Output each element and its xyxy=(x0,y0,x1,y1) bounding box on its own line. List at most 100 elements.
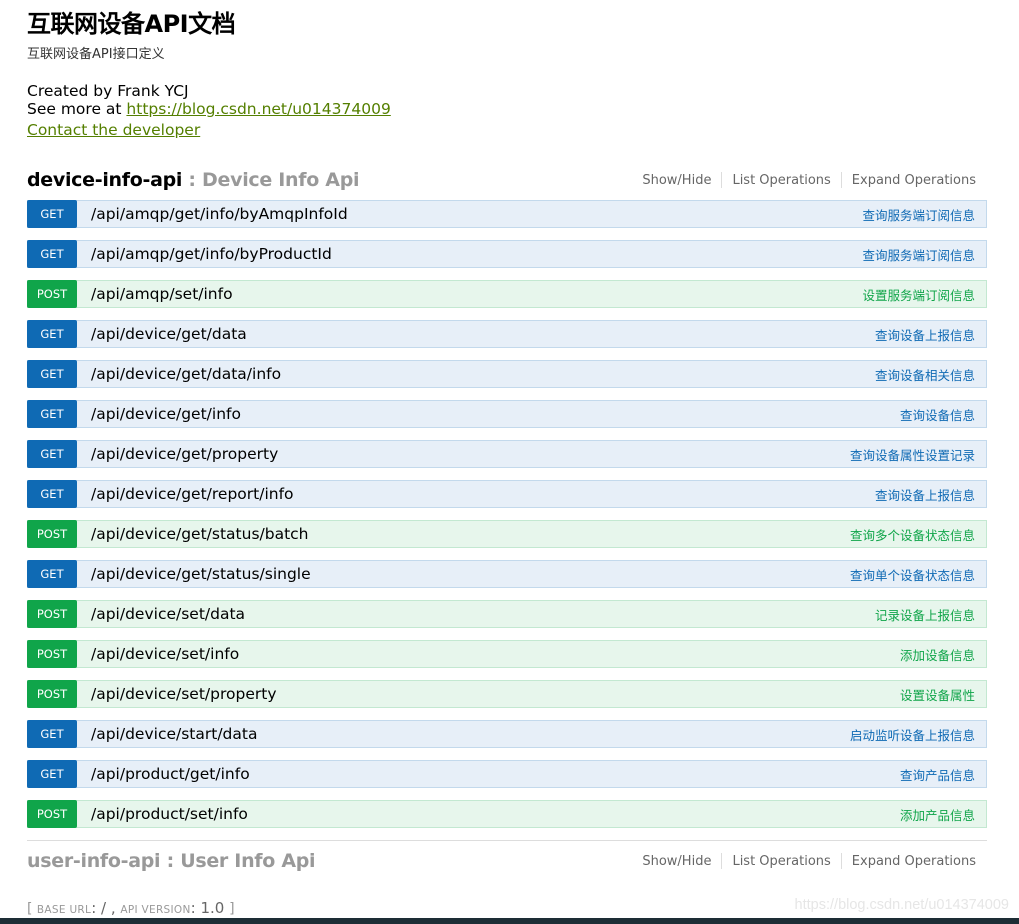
watermark: https://blog.csdn.net/u014374009 xyxy=(794,897,1009,913)
list-operations-link[interactable]: List Operations xyxy=(722,854,840,869)
api-footer: [ base url: / , api version: 1.0 ] xyxy=(27,899,235,917)
base-url-label: base url xyxy=(36,904,92,916)
api-version-label: api version xyxy=(120,904,191,916)
http-method-badge[interactable]: GET xyxy=(27,720,77,748)
endpoint-row[interactable]: GET/api/device/get/status/single 查询单个设备状态… xyxy=(27,560,987,588)
endpoint-row[interactable]: GET/api/device/get/report/info 查询设备上报信息 xyxy=(27,480,987,508)
http-method-badge[interactable]: GET xyxy=(27,200,77,228)
endpoint-path[interactable]: /api/device/get/status/single xyxy=(91,565,311,583)
endpoint-path[interactable]: /api/device/get/property xyxy=(91,445,278,463)
resource-description: User Info Api xyxy=(180,850,316,872)
http-method-badge[interactable]: POST xyxy=(27,640,77,668)
api-description: 互联网设备API接口定义 xyxy=(27,47,165,62)
resource-description: Device Info Api xyxy=(202,169,360,191)
see-more: See more at https://blog.csdn.net/u01437… xyxy=(27,100,391,118)
resource-operations: Show/Hide List Operations Expand Operati… xyxy=(632,172,987,188)
endpoint-summary[interactable]: 设置设备属性 xyxy=(900,685,986,704)
http-method-badge[interactable]: GET xyxy=(27,320,77,348)
contact-developer-link[interactable]: Contact the developer xyxy=(27,121,391,139)
endpoint-row[interactable]: POST/api/device/get/status/batch 查询多个设备状态… xyxy=(27,520,987,548)
endpoint-summary[interactable]: 启动监听设备上报信息 xyxy=(850,725,986,744)
http-method-badge[interactable]: GET xyxy=(27,360,77,388)
endpoint-summary[interactable]: 查询设备上报信息 xyxy=(875,325,986,344)
taskbar-edge xyxy=(0,918,1019,924)
http-method-badge[interactable]: GET xyxy=(27,240,77,268)
http-method-badge[interactable]: GET xyxy=(27,440,77,468)
endpoint-summary[interactable]: 查询设备信息 xyxy=(900,405,986,424)
endpoint-summary[interactable]: 设置服务端订阅信息 xyxy=(862,285,986,304)
endpoint-path[interactable]: /api/device/get/report/info xyxy=(91,485,294,503)
http-method-badge[interactable]: POST xyxy=(27,680,77,708)
endpoint-summary[interactable]: 查询服务端订阅信息 xyxy=(862,245,986,264)
page-title: 互联网设备API文档 xyxy=(27,10,236,38)
endpoint-path[interactable]: /api/device/get/status/batch xyxy=(91,525,309,543)
endpoint-summary[interactable]: 查询单个设备状态信息 xyxy=(850,565,986,584)
endpoint-summary[interactable]: 查询多个设备状态信息 xyxy=(850,525,986,544)
endpoint-path[interactable]: /api/device/set/property xyxy=(91,685,277,703)
list-operations-link[interactable]: List Operations xyxy=(722,173,840,188)
resource-title[interactable]: device-info-api : Device Info Api xyxy=(27,169,360,191)
show-hide-link[interactable]: Show/Hide xyxy=(632,173,721,188)
expand-operations-link[interactable]: Expand Operations xyxy=(842,173,976,188)
endpoint-row[interactable]: POST/api/amqp/set/info 设置服务端订阅信息 xyxy=(27,280,987,308)
close-bracket: ] xyxy=(229,901,235,917)
resource-name[interactable]: user-info-api xyxy=(27,850,161,872)
endpoint-path[interactable]: /api/amqp/get/info/byAmqpInfoId xyxy=(91,205,348,223)
api-version-value: : 1.0 xyxy=(190,899,230,917)
endpoint-summary[interactable]: 查询服务端订阅信息 xyxy=(862,205,986,224)
endpoint-path[interactable]: /api/device/set/data xyxy=(91,605,245,623)
http-method-badge[interactable]: GET xyxy=(27,400,77,428)
see-more-prefix: See more at xyxy=(27,100,127,118)
show-hide-link[interactable]: Show/Hide xyxy=(632,854,721,869)
resource-separator: : xyxy=(160,850,181,872)
endpoint-path[interactable]: /api/amqp/set/info xyxy=(91,285,233,303)
endpoint-summary[interactable]: 查询设备上报信息 xyxy=(875,485,986,504)
endpoint-row[interactable]: GET/api/amqp/get/info/byProductId 查询服务端订阅… xyxy=(27,240,987,268)
http-method-badge[interactable]: GET xyxy=(27,560,77,588)
expand-operations-link[interactable]: Expand Operations xyxy=(842,854,976,869)
resource-name[interactable]: device-info-api xyxy=(27,169,182,191)
endpoint-path[interactable]: /api/device/set/info xyxy=(91,645,239,663)
endpoint-row[interactable]: POST/api/device/set/data 记录设备上报信息 xyxy=(27,600,987,628)
endpoint-path[interactable]: /api/device/start/data xyxy=(91,725,257,743)
endpoint-row[interactable]: GET/api/device/get/data 查询设备上报信息 xyxy=(27,320,987,348)
http-method-badge[interactable]: POST xyxy=(27,280,77,308)
http-method-badge[interactable]: POST xyxy=(27,800,77,828)
endpoint-summary[interactable]: 查询设备相关信息 xyxy=(875,365,986,384)
endpoint-path[interactable]: /api/product/set/info xyxy=(91,805,248,823)
endpoint-row[interactable]: GET/api/device/start/data 启动监听设备上报信息 xyxy=(27,720,987,748)
api-meta: Created by Frank YCJ See more at https:/… xyxy=(27,82,391,118)
endpoint-row[interactable]: POST/api/device/set/property 设置设备属性 xyxy=(27,680,987,708)
http-method-badge[interactable]: GET xyxy=(27,480,77,508)
http-method-badge[interactable]: POST xyxy=(27,520,77,548)
endpoint-summary[interactable]: 添加设备信息 xyxy=(900,645,986,664)
resource-divider xyxy=(27,840,987,841)
api-info: 互联网设备API文档 互联网设备API接口定义 Created by Frank… xyxy=(27,6,391,139)
resource-separator: : xyxy=(182,169,203,191)
endpoint-row[interactable]: GET/api/device/get/data/info 查询设备相关信息 xyxy=(27,360,987,388)
endpoint-path[interactable]: /api/amqp/get/info/byProductId xyxy=(91,245,332,263)
endpoint-list: GET/api/amqp/get/info/byAmqpInfoId 查询服务端订… xyxy=(27,200,987,840)
endpoint-row[interactable]: GET/api/amqp/get/info/byAmqpInfoId 查询服务端订… xyxy=(27,200,987,228)
endpoint-row[interactable]: GET/api/device/get/property 查询设备属性设置记录 xyxy=(27,440,987,468)
endpoint-row[interactable]: POST/api/device/set/info 添加设备信息 xyxy=(27,640,987,668)
see-more-link[interactable]: https://blog.csdn.net/u014374009 xyxy=(126,100,390,118)
endpoint-row[interactable]: POST/api/product/set/info 添加产品信息 xyxy=(27,800,987,828)
endpoint-row[interactable]: GET/api/device/get/info 查询设备信息 xyxy=(27,400,987,428)
endpoint-summary[interactable]: 查询设备属性设置记录 xyxy=(850,445,986,464)
endpoint-path[interactable]: /api/product/get/info xyxy=(91,765,250,783)
resource-title[interactable]: user-info-api : User Info Api xyxy=(27,850,316,872)
resource-heading-device-info-api: device-info-api : Device Info Api Show/H… xyxy=(27,165,987,195)
resource-heading-user-info-api: user-info-api : User Info Api Show/Hide … xyxy=(27,846,987,876)
http-method-badge[interactable]: GET xyxy=(27,760,77,788)
endpoint-summary[interactable]: 查询产品信息 xyxy=(900,765,986,784)
endpoint-summary[interactable]: 记录设备上报信息 xyxy=(875,605,986,624)
endpoint-row[interactable]: GET/api/product/get/info 查询产品信息 xyxy=(27,760,987,788)
endpoint-path[interactable]: /api/device/get/info xyxy=(91,405,241,423)
http-method-badge[interactable]: POST xyxy=(27,600,77,628)
resource-operations: Show/Hide List Operations Expand Operati… xyxy=(632,853,987,869)
endpoint-path[interactable]: /api/device/get/data/info xyxy=(91,365,281,383)
endpoint-summary[interactable]: 添加产品信息 xyxy=(900,805,986,824)
endpoint-path[interactable]: /api/device/get/data xyxy=(91,325,247,343)
created-by: Created by Frank YCJ xyxy=(27,82,189,100)
